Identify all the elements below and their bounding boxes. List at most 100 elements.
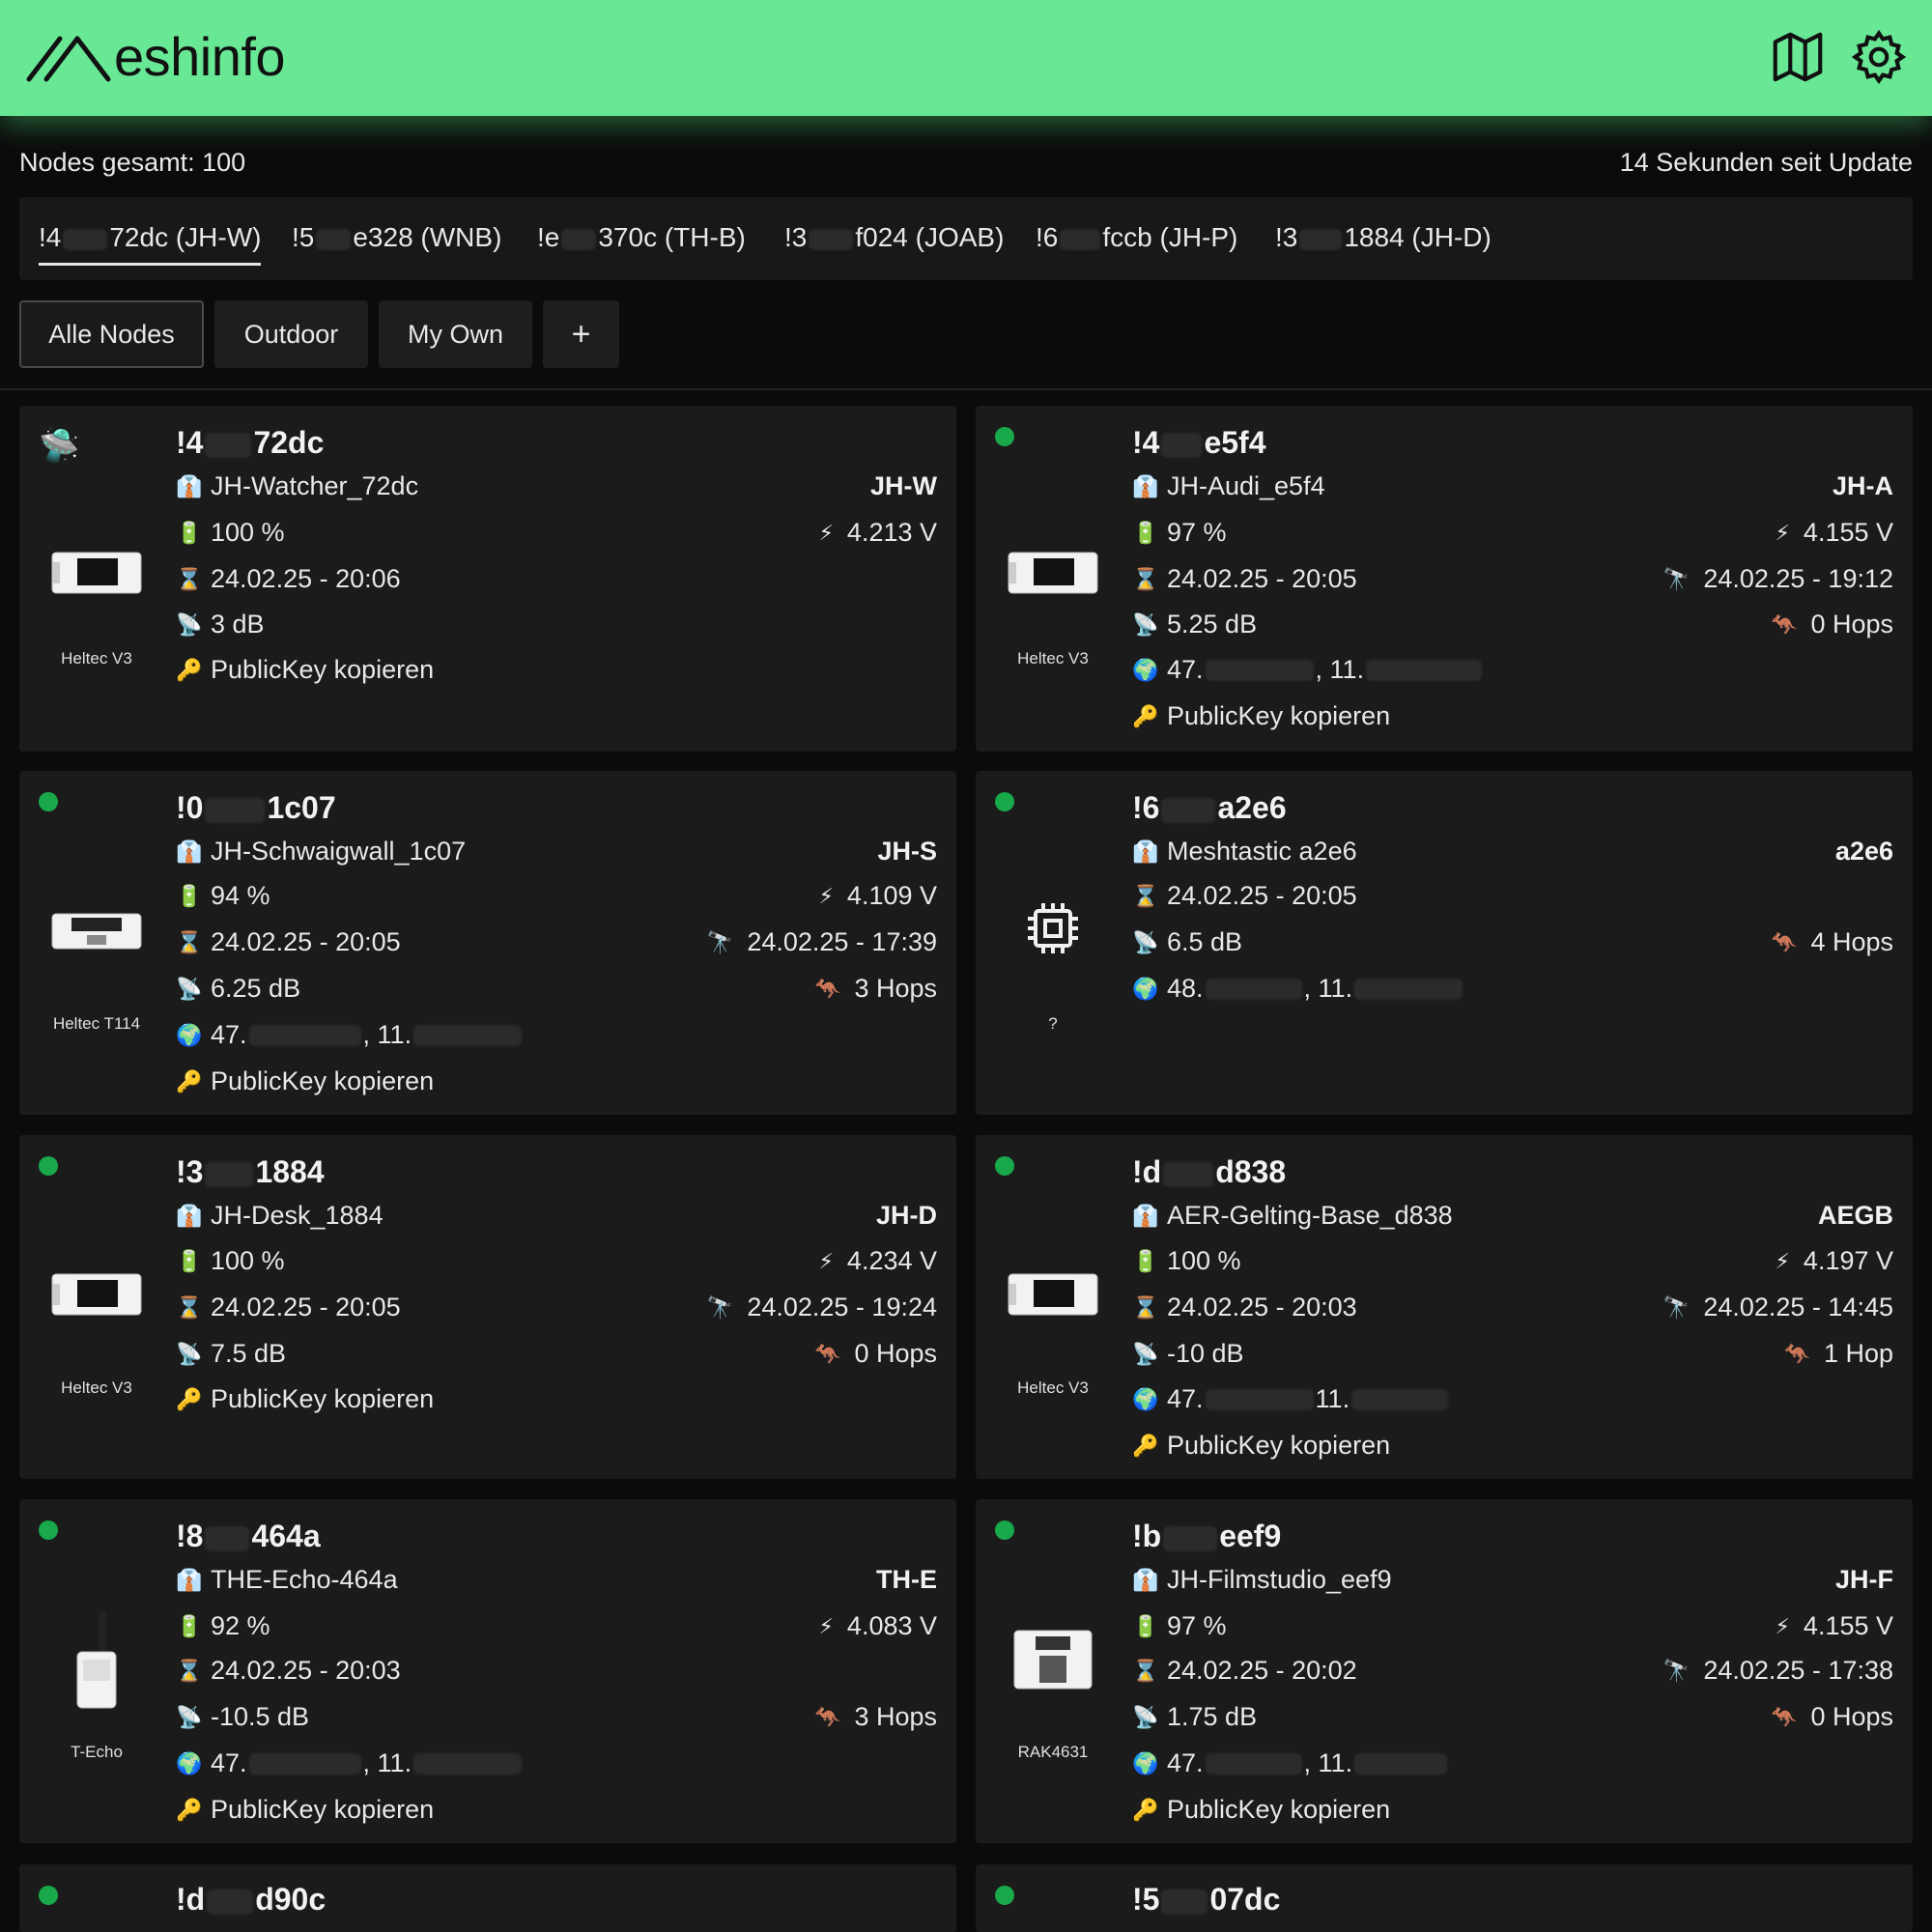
node-card[interactable]: ? !6 a2e6 👔 Meshtastic a2e6 a2e6 ⌛ 24.02.25…: [976, 771, 1913, 1115]
person-icon: 👔: [176, 838, 203, 864]
battery-icon: 🔋: [176, 520, 203, 545]
satellite-icon: 📡: [176, 1341, 203, 1366]
position-time-row: 🔭 24.02.25 - 19:24: [706, 1293, 937, 1321]
device-label: Heltec V3: [61, 1378, 132, 1397]
globe-icon: 🌍: [176, 1022, 203, 1047]
node-card[interactable]: 🛸 Heltec V3 !4 72dc 👔 JH-Watcher_72dc JH-W…: [19, 406, 956, 752]
heltec-v3-device-icon: [1008, 1273, 1098, 1316]
position-row[interactable]: 🌍 47., 11.: [1132, 655, 1484, 685]
node-short-name: a2e6: [1834, 837, 1893, 866]
node-short-name: JH-S: [877, 837, 937, 866]
filter-outdoor[interactable]: Outdoor: [214, 300, 368, 368]
lightning-icon: ⚡: [818, 1248, 834, 1273]
favorite-tab[interactable]: !6 fccb (JH-P): [1036, 222, 1237, 253]
position-row[interactable]: 🌍 47., 11.: [176, 1748, 524, 1778]
telescope-icon: 🔭: [706, 929, 734, 954]
voltage-row: ⚡ 4.155 V: [1775, 518, 1893, 547]
voltage-row: ⚡ 4.197 V: [1775, 1246, 1893, 1275]
app-title: eshinfo: [114, 26, 286, 87]
hops-row: 🦘 1 Hop: [1783, 1339, 1893, 1368]
favorites-bar: !4 72dc (JH-W) !5 e328 (WNB) !e 370c (TH-B)…: [19, 197, 1913, 280]
node-name-row: 👔 JH-Schwaigwall_1c07: [176, 837, 467, 866]
hourglass-icon: ⌛: [1132, 1294, 1159, 1320]
satellite-icon: 📡: [176, 976, 203, 1001]
battery-icon: 🔋: [176, 1248, 203, 1273]
pubkey-copy[interactable]: 🔑 PublicKey kopieren: [176, 655, 434, 685]
globe-icon: 🌍: [1132, 657, 1159, 682]
lightning-icon: ⚡: [818, 883, 834, 908]
node-card[interactable]: Heltec T114 !0 1c07 👔 JH-Schwaigwall_1c07 …: [19, 771, 956, 1115]
snr-row: 📡 -10.5 dB: [176, 1702, 310, 1731]
node-card[interactable]: RAK4631 !b eef9 👔 JH-Filmstudio_eef9 JH-F …: [976, 1499, 1913, 1843]
person-icon: 👔: [176, 1567, 203, 1592]
node-card[interactable]: Heltec V3 !4 e5f4 👔 JH-Audi_e5f4 JH-A 🔋 97 …: [976, 406, 1913, 752]
online-indicator: [39, 792, 58, 811]
hops-row: 🦘 0 Hops: [814, 1339, 937, 1368]
node-id: !0 1c07: [176, 790, 336, 825]
hourglass-icon: ⌛: [1132, 883, 1159, 908]
globe-icon: 🌍: [1132, 1750, 1159, 1776]
telescope-icon: 🔭: [1662, 566, 1690, 591]
position-row[interactable]: 🌍 47. 11.: [1132, 1384, 1450, 1414]
position-time-row: 🔭 24.02.25 - 17:39: [706, 927, 937, 956]
hourglass-icon: ⌛: [1132, 566, 1159, 591]
hops-row: 🦘 3 Hops: [814, 1702, 937, 1731]
pubkey-copy[interactable]: 🔑 PublicKey kopieren: [1132, 701, 1390, 731]
battery-icon: 🔋: [1132, 520, 1159, 545]
device-label: Heltec V3: [61, 649, 132, 668]
person-icon: 👔: [1132, 1567, 1159, 1592]
last-heard-row: ⌛ 24.02.25 - 20:05: [176, 927, 401, 956]
kangaroo-icon: 🦘: [1771, 1704, 1798, 1729]
favorite-tab[interactable]: !5 e328 (WNB): [292, 222, 501, 253]
voltage-row: ⚡ 4.109 V: [818, 881, 937, 910]
battery-row: 🔋 97 %: [1132, 518, 1227, 547]
favorite-tab[interactable]: !3 f024 (JOAB): [784, 222, 1004, 253]
add-filter-button[interactable]: +: [543, 300, 619, 368]
device-label: ?: [1048, 1014, 1058, 1033]
node-short-name: TH-E: [876, 1565, 937, 1594]
satellite-icon: 📡: [176, 611, 203, 637]
hops-row: 🦘 0 Hops: [1771, 1702, 1893, 1731]
last-heard-row: ⌛ 24.02.25 - 20:03: [176, 1656, 401, 1685]
pubkey-copy[interactable]: 🔑 PublicKey kopieren: [176, 1066, 434, 1096]
node-card[interactable]: !d d90c: [19, 1864, 956, 1932]
favorite-tab[interactable]: !e 370c (TH-B): [537, 222, 746, 253]
node-card[interactable]: T-Echo !8 464a 👔 THE-Echo-464a TH-E 🔋 92 % …: [19, 1499, 956, 1843]
hourglass-icon: ⌛: [176, 1658, 203, 1683]
pubkey-copy[interactable]: 🔑 PublicKey kopieren: [176, 1384, 434, 1414]
settings-button[interactable]: [1849, 27, 1909, 92]
app-logo[interactable]: eshinfo: [25, 25, 286, 88]
favorite-tab[interactable]: !3 1884 (JH-D): [1275, 222, 1492, 253]
filter-my-own[interactable]: My Own: [379, 300, 532, 368]
position-row[interactable]: 🌍 48., 11.: [1132, 974, 1464, 1004]
position-row[interactable]: 🌍 47., 11.: [176, 1020, 524, 1050]
pubkey-copy[interactable]: 🔑 PublicKey kopieren: [1132, 1431, 1390, 1461]
node-card[interactable]: !5 07dc: [976, 1864, 1913, 1932]
last-heard-row: ⌛ 24.02.25 - 20:05: [176, 1293, 401, 1321]
last-update: 14 Sekunden seit Update: [1619, 148, 1913, 177]
last-heard-row: ⌛ 24.02.25 - 20:06: [176, 564, 401, 593]
lightning-icon: ⚡: [818, 520, 834, 545]
filter-all-nodes[interactable]: Alle Nodes: [19, 300, 204, 368]
favorite-tab[interactable]: !4 72dc (JH-W): [39, 222, 262, 266]
pubkey-copy[interactable]: 🔑 PublicKey kopieren: [1132, 1795, 1390, 1825]
lightning-icon: ⚡: [1775, 520, 1790, 545]
node-name-row: 👔 JH-Filmstudio_eef9: [1132, 1565, 1392, 1594]
battery-row: 🔋 100 %: [176, 518, 285, 547]
key-icon: 🔑: [1132, 703, 1159, 728]
satellite-icon: 📡: [176, 1704, 203, 1729]
pubkey-copy[interactable]: 🔑 PublicKey kopieren: [176, 1795, 434, 1825]
node-card[interactable]: Heltec V3 !d d838 👔 AER-Gelting-Base_d838 …: [976, 1135, 1913, 1479]
snr-row: 📡 1.75 dB: [1132, 1702, 1258, 1731]
device-label: Heltec T114: [52, 1014, 141, 1033]
online-indicator: [995, 792, 1014, 811]
person-icon: 👔: [1132, 473, 1159, 498]
node-short-name: JH-W: [870, 471, 937, 500]
snr-row: 📡 7.5 dB: [176, 1339, 287, 1368]
key-icon: 🔑: [1132, 1433, 1159, 1458]
map-button[interactable]: [1768, 27, 1828, 92]
position-row[interactable]: 🌍 47., 11.: [1132, 1748, 1449, 1778]
heltec-t114-device-icon: [51, 913, 142, 950]
node-card[interactable]: Heltec V3 !3 1884 👔 JH-Desk_1884 JH-D 🔋 100…: [19, 1135, 956, 1479]
node-name-row: 👔 JH-Desk_1884: [176, 1201, 384, 1230]
